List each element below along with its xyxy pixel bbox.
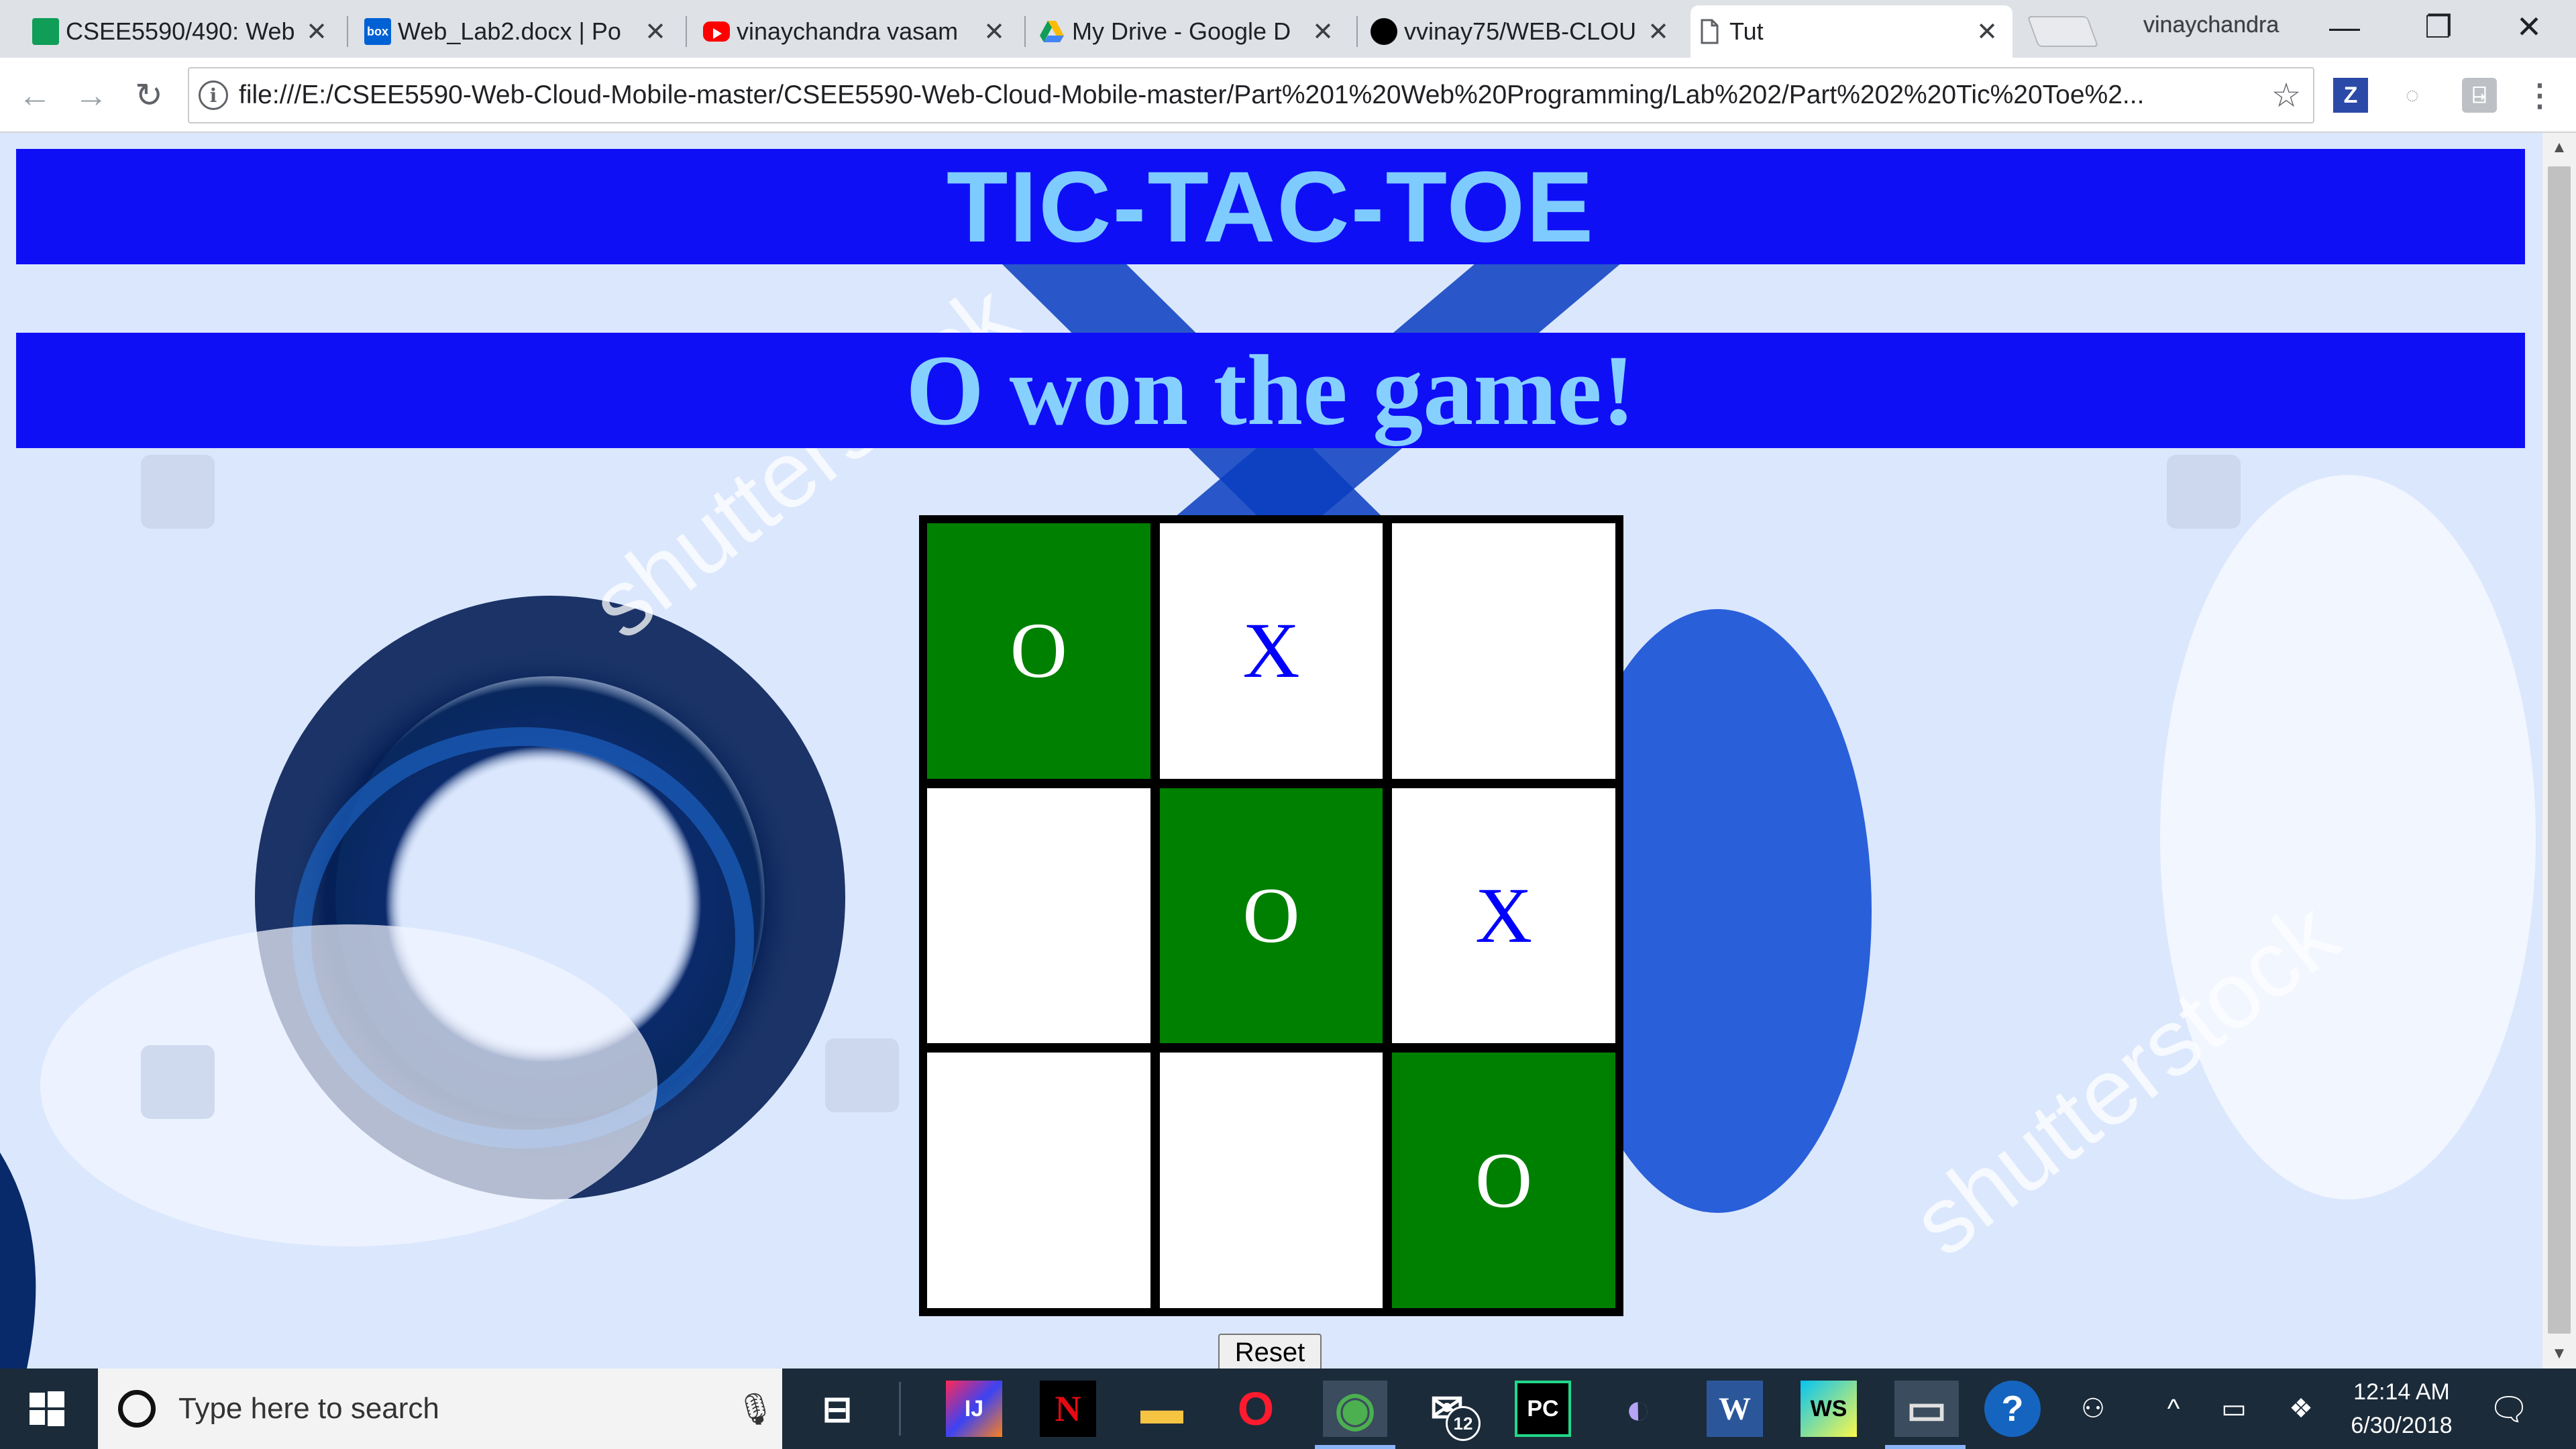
taskbar-divider (899, 1382, 901, 1436)
youtube-icon (703, 21, 730, 42)
notification-center-icon[interactable]: 🗨 (2489, 1389, 2530, 1429)
profile-name[interactable]: vinaychandra (2143, 12, 2279, 38)
page-viewport: shutterstock shutterstock TIC-TAC-TOE O … (0, 133, 2542, 1368)
info-icon[interactable]: i (199, 80, 228, 110)
page-icon (1696, 18, 1723, 45)
browser-tab[interactable]: box Web_Lab2.docx | Po ✕ (359, 5, 681, 58)
app-swirl-icon[interactable]: ◐ (1610, 1381, 1666, 1437)
people-icon[interactable]: ⚇ (2073, 1389, 2113, 1429)
word-icon[interactable]: W (1707, 1381, 1763, 1437)
browser-tab-active[interactable]: Tut ✕ (1690, 5, 2012, 58)
github-icon (1371, 18, 1397, 45)
clock-time: 12:14 AM (2353, 1379, 2450, 1405)
game-status-banner: O won the game! (16, 333, 2525, 448)
webstorm-icon[interactable]: WS (1801, 1381, 1857, 1437)
page-scrollbar[interactable]: ▲ ▼ (2542, 133, 2576, 1368)
taskbar-clock[interactable]: 12:14 AM 6/30/2018 (2328, 1375, 2475, 1442)
forward-arrow-icon[interactable]: → (68, 72, 114, 118)
board-cell[interactable]: O (1392, 1053, 1615, 1308)
pycharm-icon[interactable]: PC (1515, 1381, 1571, 1437)
menu-kebab-icon[interactable]: ⋮ (2522, 78, 2557, 113)
board-cell[interactable]: X (1159, 523, 1383, 779)
address-bar[interactable]: i file:///E:/CSEE5590-Web-Cloud-Mobile-m… (188, 67, 2314, 123)
scroll-up-icon[interactable]: ▲ (2542, 133, 2576, 162)
zotero-icon[interactable]: Z (2333, 78, 2368, 113)
tab-close-icon[interactable]: ✕ (1311, 17, 1335, 47)
board-cell[interactable] (927, 1053, 1150, 1308)
mail-badge: 12 (1446, 1406, 1481, 1441)
board-cell[interactable]: X (1392, 788, 1615, 1044)
task-view-icon[interactable]: ⊟ (809, 1381, 865, 1437)
opera-icon[interactable]: O (1228, 1381, 1284, 1437)
tab-close-icon[interactable]: ✕ (305, 17, 329, 47)
chevron-up-icon[interactable]: ^ (2153, 1389, 2194, 1429)
game-board: O X O X O (919, 515, 1623, 1316)
dropbox-icon[interactable]: ❖ (2281, 1389, 2321, 1429)
file-explorer-icon[interactable]: ▬ (1134, 1381, 1190, 1437)
browser-toolbar: ← → ↻ i file:///E:/CSEE5590-Web-Cloud-Mo… (0, 58, 2576, 133)
tab-title: vvinay75/WEB-CLOU (1404, 17, 1637, 45)
windows-taskbar: Type here to search 🎙 ⊟ IJ N ▬ O ◉ ✉ 12 … (0, 1368, 2576, 1449)
extension-circle-icon[interactable]: ◌ (2395, 78, 2430, 113)
battery-icon[interactable]: ▭ (2214, 1389, 2254, 1429)
extension-puzzle-icon[interactable]: ⍈ (2462, 78, 2497, 113)
cortana-icon[interactable] (118, 1390, 156, 1428)
new-tab-button[interactable] (2027, 16, 2099, 47)
box-icon: box (364, 18, 391, 45)
url-text[interactable]: file:///E:/CSEE5590-Web-Cloud-Mobile-mas… (239, 80, 2259, 110)
game-title-banner: TIC-TAC-TOE (16, 149, 2525, 264)
browser-tab[interactable]: My Drive - Google D ✕ (1033, 5, 1348, 58)
restore-icon[interactable]: ❐ (2392, 0, 2485, 54)
tab-separator (347, 16, 348, 47)
tab-title: My Drive - Google D (1072, 17, 1291, 45)
tab-close-icon[interactable]: ✕ (643, 17, 667, 47)
minimize-icon[interactable]: — (2298, 0, 2392, 54)
netflix-icon[interactable]: N (1040, 1381, 1096, 1437)
board-cell[interactable] (1392, 523, 1615, 779)
close-window-icon[interactable]: ✕ (2482, 0, 2576, 54)
reload-icon[interactable]: ↻ (126, 72, 172, 118)
clock-date: 6/30/2018 (2351, 1413, 2453, 1438)
board-cell[interactable]: O (927, 523, 1150, 779)
game-title: TIC-TAC-TOE (946, 150, 1595, 263)
mail-icon[interactable]: ✉ 12 (1419, 1381, 1481, 1441)
tab-title: Tut (1729, 17, 1764, 45)
tab-separator (686, 16, 687, 47)
tab-title: CSEE5590/490: Web (66, 17, 295, 45)
browser-tab[interactable]: CSEE5590/490: Web ✕ (27, 5, 342, 58)
search-placeholder[interactable]: Type here to search (178, 1392, 729, 1426)
google-drive-icon (1038, 18, 1065, 45)
board-cell[interactable] (1159, 1053, 1383, 1308)
tab-separator (1356, 16, 1358, 47)
browser-tab-strip: CSEE5590/490: Web ✕ box Web_Lab2.docx | … (0, 0, 2576, 58)
tab-close-icon[interactable]: ✕ (1646, 17, 1670, 47)
google-sheets-icon (32, 18, 59, 45)
bookmark-star-icon[interactable]: ☆ (2259, 76, 2313, 115)
active-app-indicator (1885, 1445, 1966, 1449)
desktop-app-icon[interactable]: ▭ (1894, 1381, 1959, 1437)
intellij-icon[interactable]: IJ (946, 1381, 1002, 1437)
windows-start-icon[interactable] (0, 1368, 94, 1449)
tab-separator (1024, 16, 1026, 47)
tab-close-icon[interactable]: ✕ (982, 17, 1006, 47)
microphone-icon[interactable]: 🎙 (729, 1391, 782, 1428)
tab-close-icon[interactable]: ✕ (1975, 17, 1999, 47)
tab-title: vinaychandra vasam (737, 17, 959, 45)
browser-tab[interactable]: vinaychandra vasam ✕ (698, 5, 1020, 58)
scroll-thumb[interactable] (2548, 166, 2571, 1334)
tab-title: Web_Lab2.docx | Po (398, 17, 621, 45)
browser-tab[interactable]: vvinay75/WEB-CLOU ✕ (1365, 5, 1684, 58)
chrome-icon[interactable]: ◉ (1323, 1381, 1387, 1437)
board-cell[interactable]: O (1159, 788, 1383, 1044)
taskbar-search[interactable]: Type here to search 🎙 (98, 1368, 782, 1449)
scroll-down-icon[interactable]: ▼ (2542, 1339, 2576, 1368)
active-app-indicator (1315, 1445, 1395, 1449)
reset-button[interactable]: Reset (1218, 1334, 1322, 1368)
game-status: O won the game! (906, 335, 1635, 446)
help-icon[interactable]: ? (1984, 1381, 2041, 1437)
board-cell[interactable] (927, 788, 1150, 1044)
back-arrow-icon[interactable]: ← (12, 72, 58, 118)
